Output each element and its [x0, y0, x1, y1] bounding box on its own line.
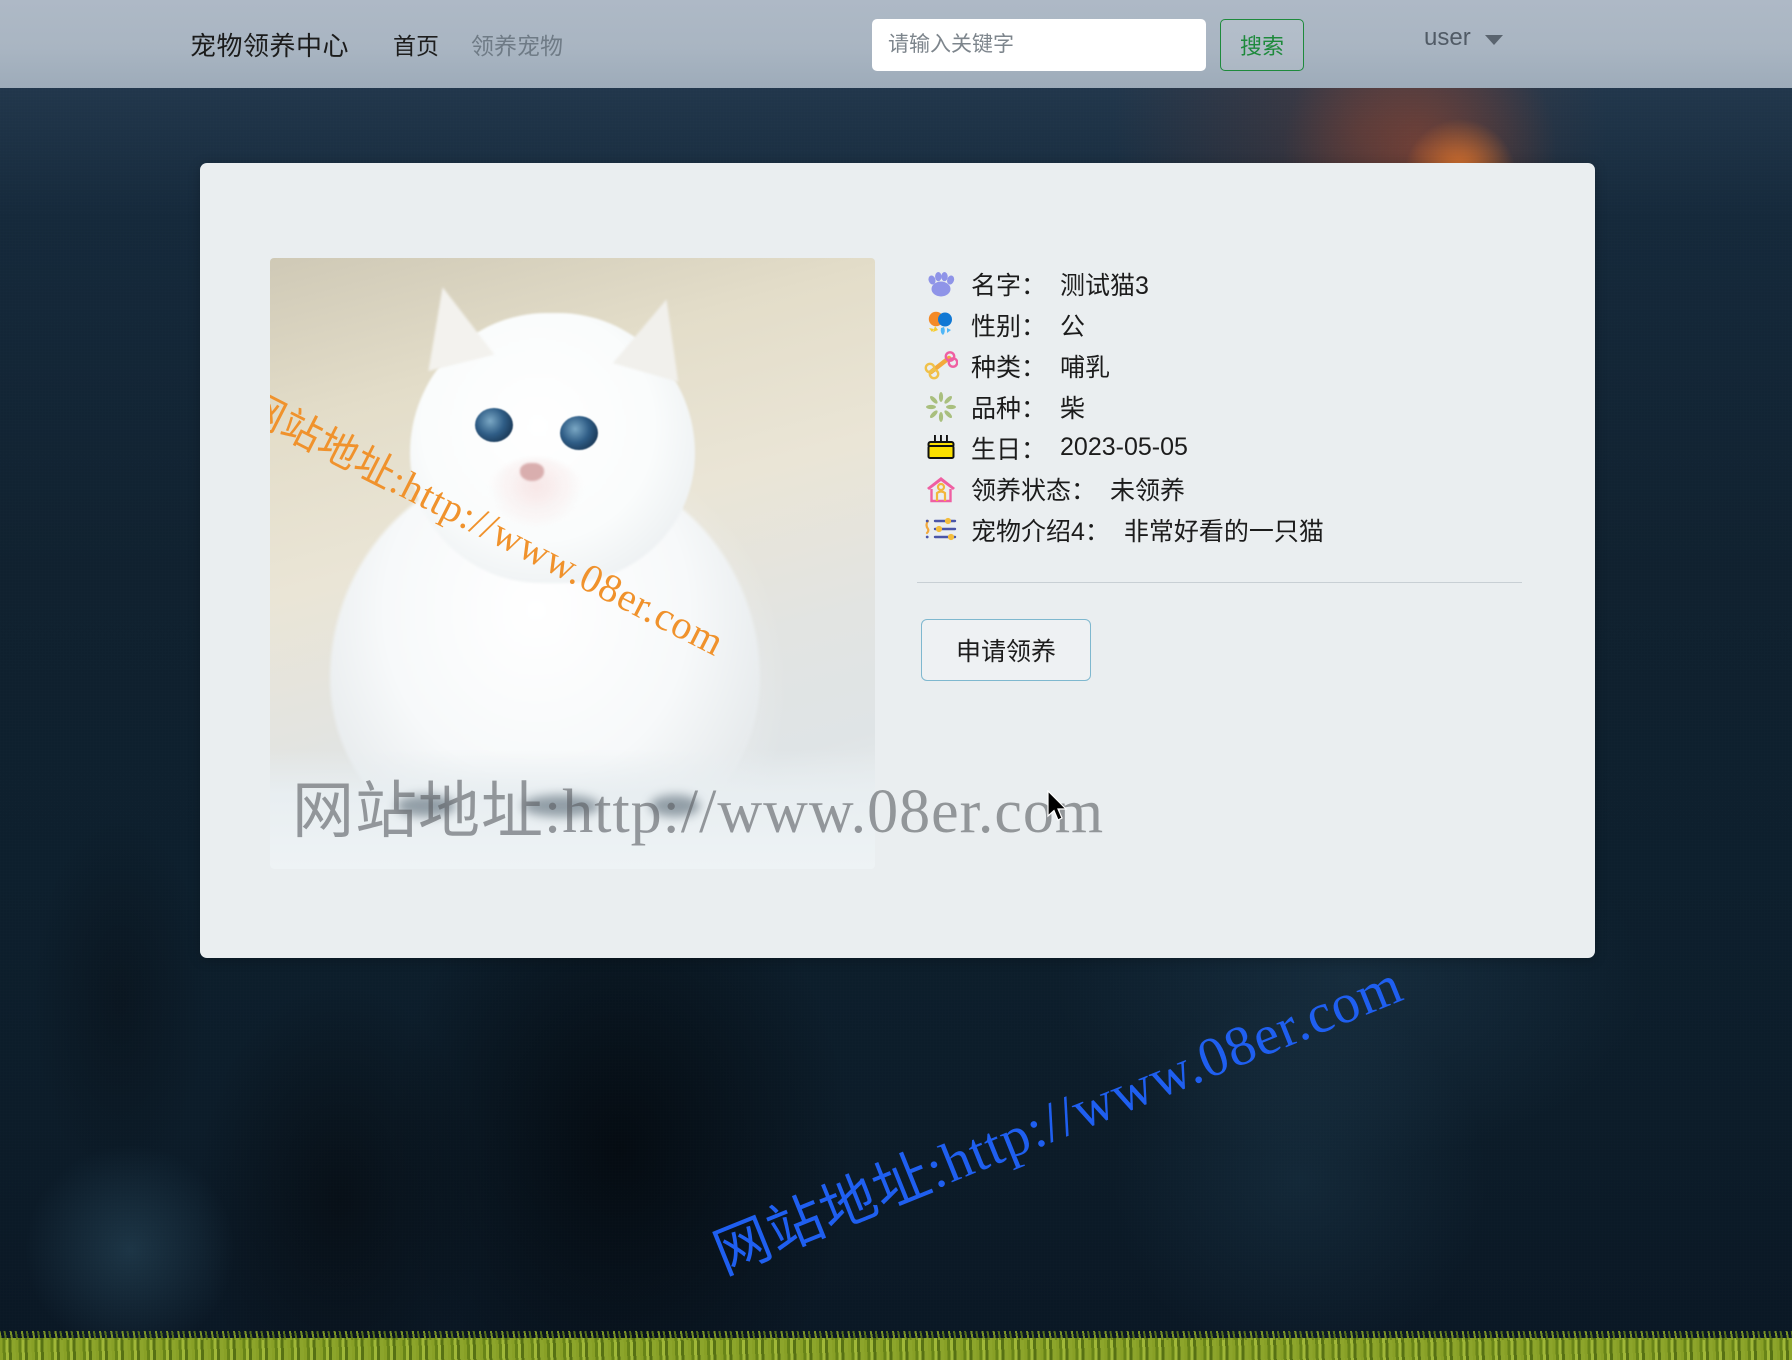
detail-row-species: 种类： 哺乳 [921, 345, 1535, 386]
detail-row-adoption-status: 领养状态： 未领养 [921, 468, 1535, 509]
pet-detail-card: 网站地址:http://www.08er.com 名字： 测试猫3 性别： 公 … [200, 163, 1595, 958]
kitten-nose [520, 463, 544, 481]
detail-value: 未领养 [1110, 476, 1186, 505]
kitten-ear-left [409, 278, 495, 372]
detail-label: 性别： [971, 312, 1047, 341]
detail-label: 名字： [971, 271, 1047, 300]
user-name-label: user [1424, 24, 1471, 51]
detail-row-name: 名字： 测试猫3 [921, 263, 1535, 304]
detail-label: 品种： [971, 394, 1047, 423]
top-navbar: 宠物领养中心 首页 领养宠物 搜索 user [0, 0, 1792, 88]
balloons-icon [921, 308, 961, 342]
detail-label: 种类： [971, 353, 1047, 382]
detail-value: 柴 [1060, 394, 1086, 423]
detail-label: 宠物介绍4： [971, 517, 1110, 546]
nav-link-home[interactable]: 首页 [393, 27, 439, 61]
detail-row-breed: 品种： 柴 [921, 386, 1535, 427]
detail-value: 非常好看的一只猫 [1123, 517, 1324, 546]
birthday-cake-icon [921, 431, 961, 465]
kitten-paw-shadow [522, 795, 600, 817]
bone-icon [921, 349, 961, 383]
kitten-eye-right [560, 416, 598, 450]
detail-row-introduction: 宠物介绍4： 非常好看的一只猫 [921, 509, 1535, 550]
detail-label: 生日： [971, 435, 1047, 464]
detail-label: 领养状态： [971, 476, 1097, 505]
sliders-icon [921, 513, 961, 547]
search-input[interactable] [872, 19, 1206, 71]
grass-strip [0, 1331, 1792, 1360]
user-dropdown[interactable]: user [1424, 24, 1503, 52]
card-content: 网站地址:http://www.08er.com 名字： 测试猫3 性别： 公 … [270, 258, 1535, 869]
house-icon [921, 472, 961, 506]
site-brand[interactable]: 宠物领养中心 [190, 26, 349, 63]
search-area: 搜索 [872, 19, 1305, 71]
detail-row-birthday: 生日： 2023-05-05 [921, 427, 1535, 468]
chevron-down-icon [1484, 35, 1503, 45]
apply-adoption-button[interactable]: 申请领养 [921, 619, 1091, 681]
detail-value: 哺乳 [1060, 353, 1111, 382]
detail-value: 2023-05-05 [1060, 433, 1188, 461]
kitten-paw-shadow [650, 795, 700, 817]
nav-links: 首页 领养宠物 [393, 27, 595, 61]
pet-details-list: 名字： 测试猫3 性别： 公 种类： 哺乳 品种： 柴 生日： 2023-05-… [917, 258, 1535, 869]
page-root: 宠物领养中心 首页 领养宠物 搜索 user [0, 0, 1792, 1360]
pet-photo: 网站地址:http://www.08er.com [270, 258, 875, 869]
detail-row-gender: 性别： 公 [921, 304, 1535, 345]
paw-print-icon [921, 267, 961, 301]
kitten-eye-left [475, 408, 513, 442]
detail-value: 测试猫3 [1060, 271, 1149, 300]
search-button[interactable]: 搜索 [1220, 19, 1305, 71]
kitten-paw-shadow [396, 795, 456, 817]
detail-value: 公 [1060, 312, 1086, 341]
details-divider [917, 582, 1522, 583]
sparkle-icon [921, 390, 961, 424]
nav-link-adopt-pet[interactable]: 领养宠物 [471, 27, 563, 61]
